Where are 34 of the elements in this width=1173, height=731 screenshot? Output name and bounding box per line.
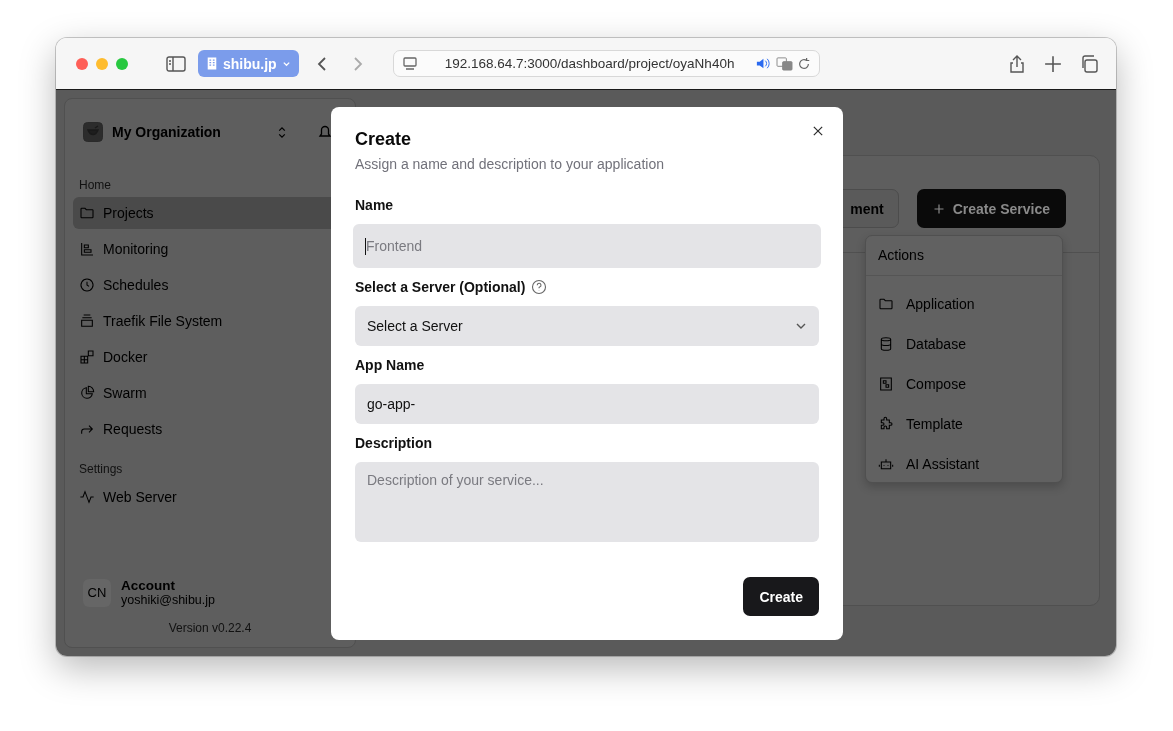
menu-item[interactable]: AI Assistant [866, 444, 1062, 484]
sidebar-item[interactable]: Docker [73, 341, 347, 373]
field-label: App Name [355, 357, 425, 373]
menu-title: Actions [866, 236, 1062, 276]
sidebar-item[interactable]: Web Server [73, 481, 347, 513]
field-label: Select a Server (Optional) [355, 279, 526, 295]
description-field[interactable]: Description of your service... [355, 462, 819, 542]
account-name: Account [121, 578, 176, 593]
avatar[interactable]: CN [83, 578, 111, 607]
menu-item[interactable]: Database [866, 324, 1062, 364]
menu-item[interactable]: Application [866, 284, 1062, 324]
dialog-title: Create [355, 129, 413, 150]
tab-group-button[interactable]: shibu.jp [198, 50, 299, 77]
input-field[interactable]: go-app- [355, 384, 819, 424]
version-label: Version v0.22.4 [167, 620, 253, 637]
create-service-button[interactable]: Create Service [916, 189, 1066, 228]
section-label: Home [78, 177, 112, 194]
section-label: Settings [78, 461, 124, 478]
sidebar-item[interactable]: Schedules [73, 269, 347, 301]
menu-item[interactable]: Template [866, 404, 1062, 444]
sidebar-item[interactable]: Monitoring [73, 233, 347, 265]
field-label: Name [355, 197, 394, 213]
server-select[interactable]: Select a Server [355, 306, 819, 346]
sidebar-item[interactable]: Swarm [73, 377, 347, 409]
menu-item[interactable]: Compose [866, 364, 1062, 404]
address-bar[interactable]: 192.168.64.7:3000/dashboard/project/oyaNh40h [392, 50, 820, 77]
create-button[interactable]: Create [743, 577, 819, 616]
account-email: yoshiki@shibu.jp [121, 593, 215, 607]
organization-name[interactable]: My Organization [112, 124, 221, 140]
field-label: Description [355, 435, 432, 451]
input-field[interactable]: Frontend [353, 224, 821, 268]
sidebar-item[interactable]: Traefik File System [73, 305, 347, 337]
dialog-subtitle: Assign a name and description to your application [355, 156, 665, 172]
sidebar-item[interactable]: Requests [73, 413, 347, 445]
